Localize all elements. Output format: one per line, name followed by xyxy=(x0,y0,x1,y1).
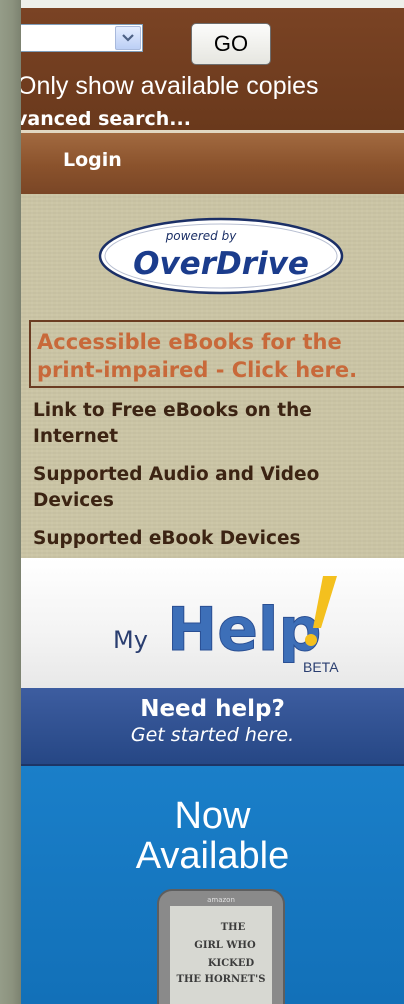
overdrive-logo[interactable]: powered by OverDrive xyxy=(97,216,345,296)
promo-available: Available xyxy=(135,835,290,877)
get-started-link[interactable]: Get started here. xyxy=(21,724,404,746)
accessible-ebooks-link[interactable]: Accessible eBooks for the print-impaired… xyxy=(37,328,404,384)
ereader-device-image: amazon THE GIRL WHO KICKED THE HORNET'S xyxy=(157,889,285,1004)
format-select[interactable] xyxy=(21,24,143,52)
myhelp-banner[interactable]: My Help BETA xyxy=(21,558,404,688)
book-title-line-2: GIRL WHO xyxy=(194,940,256,951)
promo-now: Now xyxy=(174,795,251,837)
accessible-ebooks-box: Accessible eBooks for the print-impaired… xyxy=(29,320,404,388)
myhelp-logo: My Help BETA xyxy=(113,576,339,675)
ebook-devices-link[interactable]: Supported eBook Devices xyxy=(33,526,403,552)
available-copies-option[interactable]: Only show available copies xyxy=(21,72,319,101)
myhelp-my: My xyxy=(113,626,148,654)
audio-video-devices-link[interactable]: Supported Audio and Video Devices xyxy=(33,462,403,514)
kindle-promo-banner[interactable]: Now Available amazon THE GIRL WHO KICKED… xyxy=(21,766,404,1004)
links-panel: powered by OverDrive Accessible eBooks f… xyxy=(21,194,404,558)
overdrive-brand: OverDrive xyxy=(133,246,309,282)
need-help-title: Need help? xyxy=(140,696,285,722)
sidebar: GO Only show available copies vanced sea… xyxy=(21,0,404,1004)
myhelp-help: Help xyxy=(167,595,321,665)
search-panel: GO Only show available copies vanced sea… xyxy=(21,0,404,130)
device-brand: amazon xyxy=(207,896,235,904)
go-button[interactable]: GO xyxy=(191,23,271,65)
exclamation-dot-icon xyxy=(305,634,317,646)
free-ebooks-link[interactable]: Link to Free eBooks on the Internet xyxy=(33,398,403,450)
book-title-line-3: KICKED xyxy=(208,958,255,969)
login-link[interactable]: Login xyxy=(63,149,122,171)
advanced-search-link[interactable]: vanced search... xyxy=(21,108,191,130)
book-title-line-4: THE HORNET'S xyxy=(177,974,266,985)
need-help-banner[interactable]: Need help? Get started here. xyxy=(21,688,404,766)
book-title-line-1: THE xyxy=(221,922,246,933)
chevron-down-icon[interactable] xyxy=(115,26,141,50)
powered-by-label: powered by xyxy=(165,229,238,243)
login-bar: Login xyxy=(21,130,404,194)
page-left-margin xyxy=(0,0,21,1004)
myhelp-beta: BETA xyxy=(303,659,339,675)
